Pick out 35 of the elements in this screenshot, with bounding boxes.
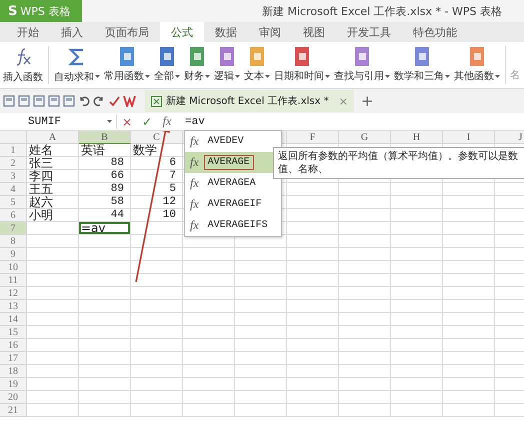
function-label: fx [190,197,199,212]
table-cell: 小明 [27,209,79,222]
function-label: fx [190,218,199,233]
table-cell: 姓名 [27,144,79,157]
table-cell: 李四 [27,170,79,183]
table-cell: 6 [131,157,183,170]
table-cell: 58 [79,196,131,209]
table-cell: 88 [79,157,131,170]
document-tab-label: 新建 Microsoft Excel 工作表.xlsx * [166,94,329,108]
function-name: AVEDEV [206,135,245,149]
function-tooltip: 返回所有参数的平均值（算术平均值）。参数可以是数值、名称、 [273,147,524,179]
table-cell: 7 [131,170,183,183]
function-name: AVERAGEIF [206,198,263,212]
function-name: AVERAGEA [206,177,257,191]
table-cell: 89 [79,183,131,196]
table-cell: 英语 [79,144,131,157]
app-logo: S [8,4,18,18]
table-cell: 10 [131,209,183,222]
ribbon-label: 名 [510,69,520,82]
table-cell: 赵六 [27,196,79,209]
function-label: fx [190,155,199,170]
table-cell: 66 [79,170,131,183]
table-cell: 12 [131,196,183,209]
table-cell: 5 [131,183,183,196]
window-title: 新建 Microsoft Excel 工作表.xlsx * - WPS 表格 [262,4,502,18]
function-label: fx [190,176,199,191]
function-name: AVERAGE [204,155,254,170]
table-cell: 王五 [27,183,79,196]
function-label: fx [190,134,199,149]
table-cell: 数学 [131,144,183,157]
table-cell: 44 [79,209,131,222]
function-name: AVERAGEIFS [206,219,269,233]
app-name: WPS 表格 [20,4,70,18]
table-cell: 张三 [27,157,79,170]
active-cell: =av [79,222,131,235]
